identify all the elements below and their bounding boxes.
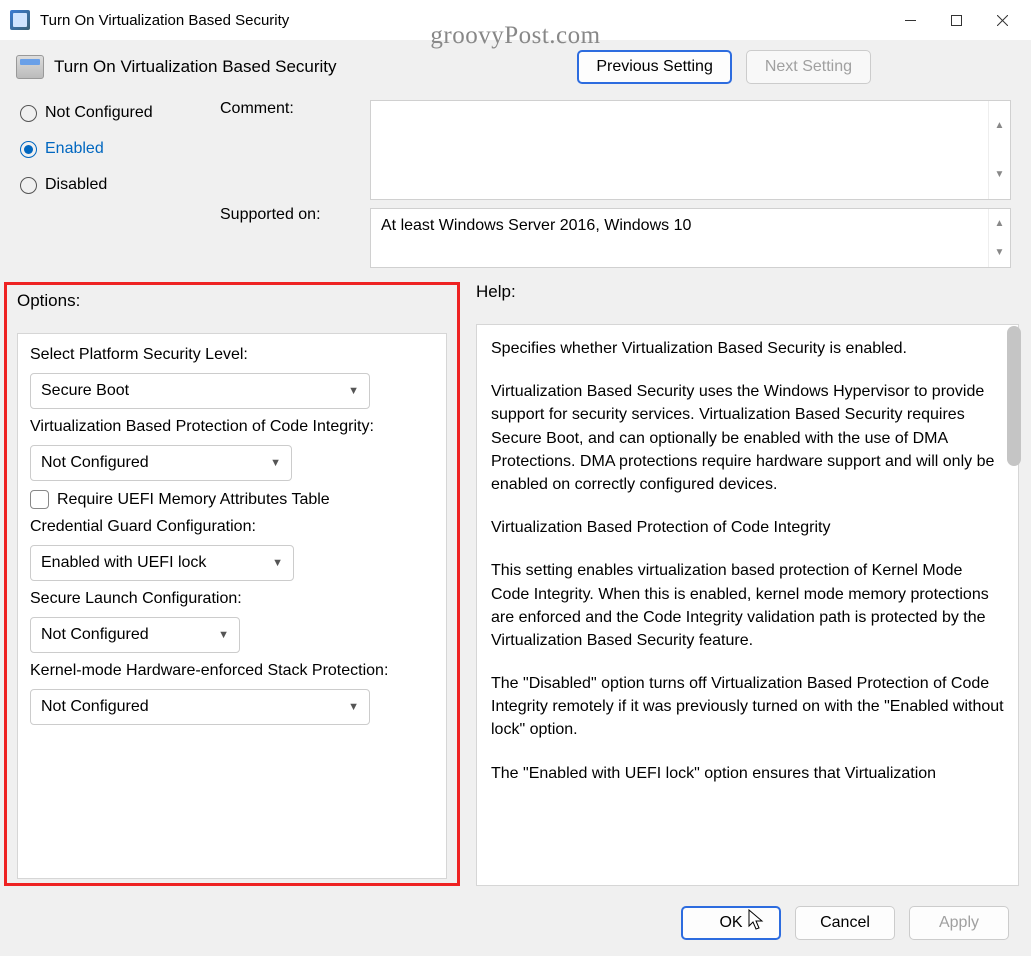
radio-label: Disabled — [45, 176, 107, 194]
secure-launch-select[interactable]: Not Configured ▼ — [30, 617, 240, 653]
radio-icon — [20, 177, 37, 194]
select-value: Not Configured — [41, 626, 149, 644]
supported-scroll[interactable]: ▲▼ — [988, 209, 1010, 267]
policy-title: Turn On Virtualization Based Security — [54, 57, 577, 77]
ok-button[interactable]: OK — [681, 906, 781, 940]
close-button[interactable] — [979, 4, 1025, 36]
select-value: Enabled with UEFI lock — [41, 554, 206, 572]
options-pane-highlight: Options: Select Platform Security Level:… — [4, 282, 460, 886]
vbpci-select[interactable]: Not Configured ▼ — [30, 445, 292, 481]
policy-icon — [16, 55, 44, 79]
select-value: Secure Boot — [41, 382, 129, 400]
help-paragraph: This setting enables virtualization base… — [491, 559, 1004, 652]
header-row: Turn On Virtualization Based Security Pr… — [0, 40, 1031, 88]
comment-scroll[interactable]: ▲▼ — [988, 101, 1010, 199]
textareas-column: ▲▼ At least Windows Server 2016, Windows… — [370, 100, 1011, 268]
app-icon — [10, 10, 30, 30]
comment-label: Comment: — [220, 100, 350, 202]
kernel-stack-label: Kernel-mode Hardware-enforced Stack Prot… — [30, 662, 434, 680]
supported-on-textbox: At least Windows Server 2016, Windows 10… — [370, 208, 1011, 268]
comment-value — [371, 101, 988, 199]
select-value: Not Configured — [41, 698, 149, 716]
help-paragraph: Virtualization Based Security uses the W… — [491, 380, 1004, 496]
chevron-down-icon: ▼ — [272, 557, 283, 569]
next-setting-button[interactable]: Next Setting — [746, 50, 871, 84]
supported-on-value: At least Windows Server 2016, Windows 10 — [371, 209, 988, 267]
secure-launch-label: Secure Launch Configuration: — [30, 590, 434, 608]
radio-label: Not Configured — [45, 104, 153, 122]
maximize-button[interactable] — [933, 4, 979, 36]
chevron-down-icon: ▼ — [348, 701, 359, 713]
chevron-down-icon: ▼ — [218, 629, 229, 641]
scroll-down-icon[interactable]: ▼ — [989, 238, 1010, 267]
help-paragraph: Specifies whether Virtualization Based S… — [491, 337, 1004, 360]
radio-enabled[interactable]: Enabled — [20, 140, 200, 158]
chevron-down-icon: ▼ — [348, 385, 359, 397]
platform-security-label: Select Platform Security Level: — [30, 346, 434, 364]
help-paragraph: The "Disabled" option turns off Virtuali… — [491, 672, 1004, 742]
help-text-panel: Specifies whether Virtualization Based S… — [476, 324, 1019, 886]
vbpci-label: Virtualization Based Protection of Code … — [30, 418, 434, 436]
kernel-stack-select[interactable]: Not Configured ▼ — [30, 689, 370, 725]
radio-icon — [20, 105, 37, 122]
options-panel: Select Platform Security Level: Secure B… — [17, 333, 447, 879]
scroll-down-icon[interactable]: ▼ — [989, 150, 1010, 199]
chevron-down-icon: ▼ — [270, 457, 281, 469]
platform-security-select[interactable]: Secure Boot ▼ — [30, 373, 370, 409]
radio-disabled[interactable]: Disabled — [20, 176, 200, 194]
help-scrollbar[interactable] — [1007, 326, 1021, 466]
minimize-button[interactable] — [887, 4, 933, 36]
help-paragraph: The "Enabled with UEFI lock" option ensu… — [491, 762, 1004, 785]
labels-column: Comment: Supported on: — [220, 100, 350, 268]
nav-buttons: Previous Setting Next Setting — [577, 50, 871, 84]
supported-on-label: Supported on: — [220, 202, 350, 224]
config-row: Not Configured Enabled Disabled Comment:… — [0, 88, 1031, 268]
scroll-up-icon[interactable]: ▲ — [989, 101, 1010, 150]
footer-buttons: OK Cancel Apply — [0, 894, 1031, 956]
comment-textbox[interactable]: ▲▼ — [370, 100, 1011, 200]
apply-button[interactable]: Apply — [909, 906, 1009, 940]
panes: Options: Select Platform Security Level:… — [0, 268, 1031, 894]
window-title: Turn On Virtualization Based Security — [40, 12, 887, 29]
help-paragraph: Virtualization Based Protection of Code … — [491, 516, 1004, 539]
credential-guard-select[interactable]: Enabled with UEFI lock ▼ — [30, 545, 294, 581]
options-title: Options: — [17, 291, 447, 311]
window-controls — [887, 4, 1025, 36]
gpo-dialog-window: Turn On Virtualization Based Security gr… — [0, 0, 1031, 956]
titlebar: Turn On Virtualization Based Security — [0, 0, 1031, 40]
radio-label: Enabled — [45, 140, 104, 158]
help-pane: Help: Specifies whether Virtualization B… — [476, 282, 1019, 886]
previous-setting-button[interactable]: Previous Setting — [577, 50, 732, 84]
cancel-button[interactable]: Cancel — [795, 906, 895, 940]
state-radio-group: Not Configured Enabled Disabled — [20, 100, 200, 268]
checkbox-icon — [30, 490, 49, 509]
radio-icon — [20, 141, 37, 158]
help-title: Help: — [476, 282, 1019, 302]
select-value: Not Configured — [41, 454, 149, 472]
credential-guard-label: Credential Guard Configuration: — [30, 518, 434, 536]
uefi-memory-checkbox[interactable]: Require UEFI Memory Attributes Table — [30, 490, 434, 509]
checkbox-label: Require UEFI Memory Attributes Table — [57, 491, 330, 509]
radio-not-configured[interactable]: Not Configured — [20, 104, 200, 122]
scroll-up-icon[interactable]: ▲ — [989, 209, 1010, 238]
